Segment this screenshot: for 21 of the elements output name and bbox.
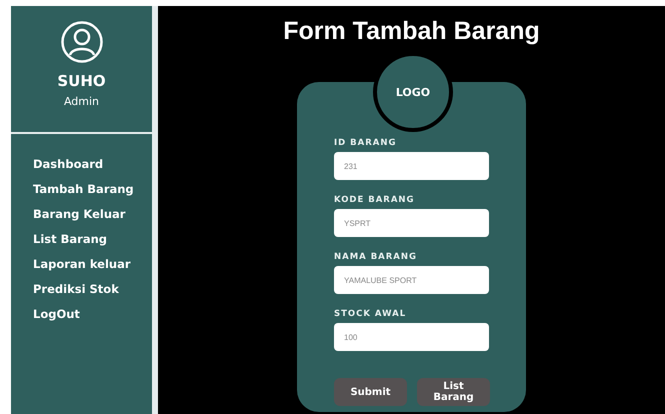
field-label: STOCK AWAL xyxy=(334,309,408,319)
sidebar-link[interactable]: Prediksi Stok xyxy=(33,281,152,298)
field-label: NAMA BARANG xyxy=(334,252,418,262)
sidebar-link[interactable]: List Barang xyxy=(33,231,152,248)
sidebar-link[interactable]: Laporan keluar xyxy=(33,256,152,273)
field-label: KODE BARANG xyxy=(334,195,416,205)
submit-button[interactable]: Submit xyxy=(334,378,407,406)
user-icon xyxy=(60,20,104,64)
input-field[interactable]: 100 xyxy=(334,323,489,351)
sidebar-link[interactable]: Tambah Barang xyxy=(33,181,152,198)
sidebar-link[interactable]: Barang Keluar xyxy=(33,206,152,223)
sidebar-link[interactable]: LogOut xyxy=(33,306,152,323)
field-label: ID BARANG xyxy=(334,138,398,148)
list-button[interactable]: List Barang xyxy=(417,378,490,406)
input-field[interactable]: YAMALUBE SPORT xyxy=(334,266,489,294)
sidebar-link[interactable]: Dashboard xyxy=(33,156,152,173)
user-name: SUHO xyxy=(57,72,106,90)
page-title: Form Tambah Barang xyxy=(283,16,540,46)
input-field[interactable]: 231 xyxy=(334,152,489,180)
input-field[interactable]: YSPRT xyxy=(334,209,489,237)
user-role: Admin xyxy=(64,95,100,108)
